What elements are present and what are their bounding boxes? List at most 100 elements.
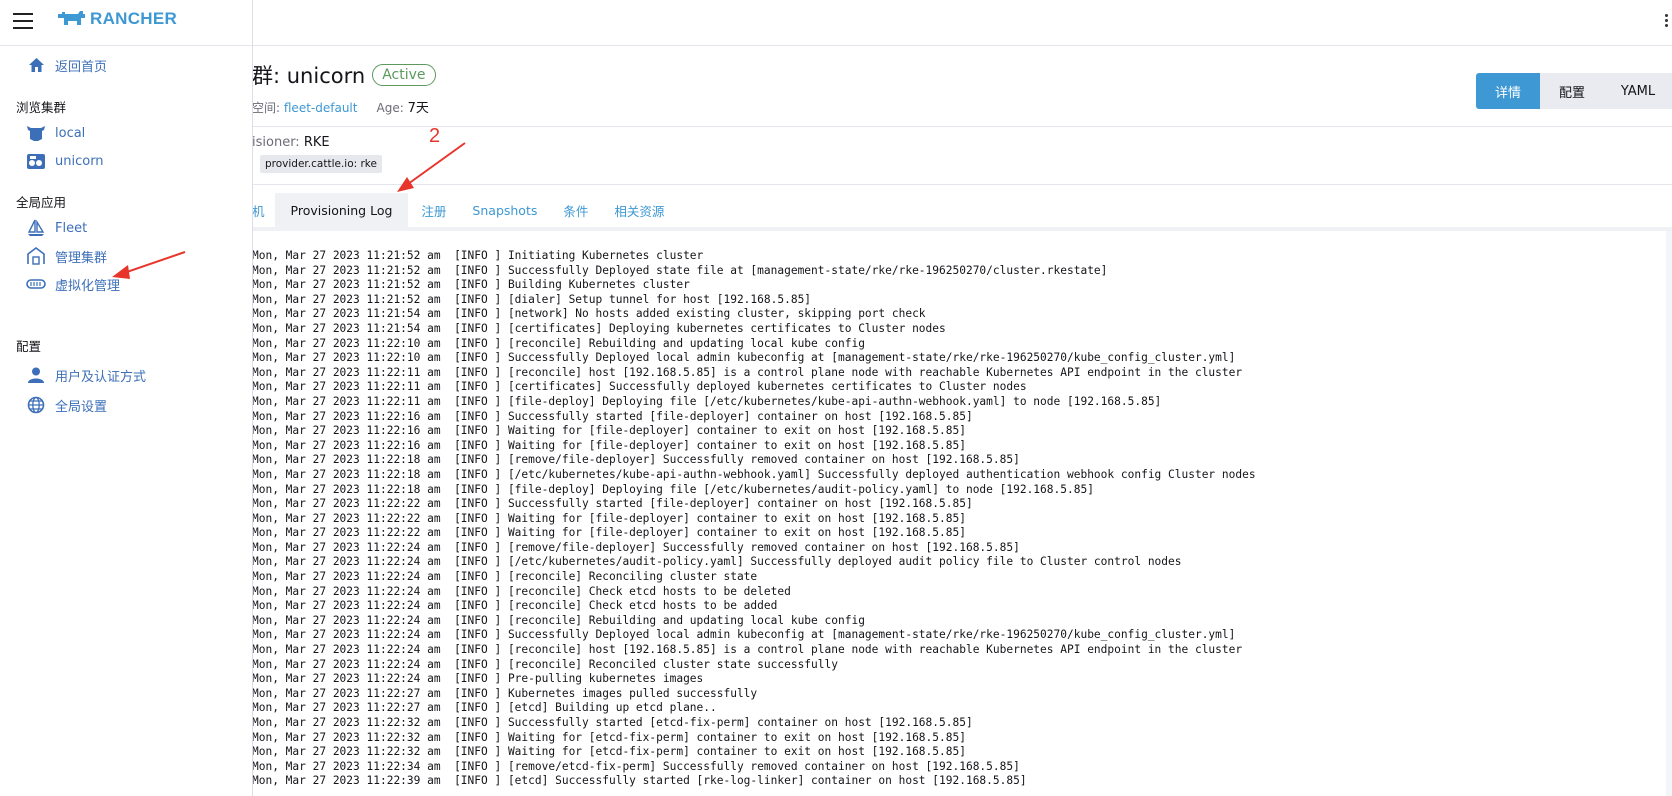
provisioner-label: isioner: <box>252 135 300 150</box>
log-line: Mon, Mar 27 2023 11:21:54 am [INFO ] [ce… <box>252 321 946 335</box>
log-line: Mon, Mar 27 2023 11:22:24 am [INFO ] [re… <box>252 570 758 584</box>
log-line: Mon, Mar 27 2023 11:21:52 am [INFO ] Suc… <box>252 263 1108 277</box>
tab-registration[interactable]: 注册 <box>408 193 459 227</box>
log-line: Mon, Mar 27 2023 11:22:11 am [INFO ] [re… <box>252 365 1243 379</box>
log-line: Mon, Mar 27 2023 11:22:11 am [INFO ] [ce… <box>252 380 1027 394</box>
hamburger-menu-icon[interactable] <box>13 13 33 29</box>
cluster-icon <box>26 151 46 171</box>
log-line: Mon, Mar 27 2023 11:21:54 am [INFO ] [ne… <box>252 307 926 321</box>
barn-icon <box>26 246 46 266</box>
detail-tabs: 机 Provisioning Log 注册 Snapshots 条件 相关资源 <box>252 193 677 227</box>
sidebar-item-label: 全局设置 <box>55 399 108 415</box>
provisioning-log-panel[interactable]: Mon, Mar 27 2023 11:21:52 am [INFO ] Ini… <box>252 231 1672 796</box>
sidebar-item-unicorn[interactable]: unicorn <box>26 149 104 173</box>
sidebar-item-label: unicorn <box>55 153 104 169</box>
log-line: Mon, Mar 27 2023 11:22:10 am [INFO ] [re… <box>252 336 865 350</box>
user-icon <box>26 365 46 385</box>
rancher-logo[interactable]: RANCHER <box>56 9 177 29</box>
namespace-link[interactable]: fleet-default <box>284 101 358 115</box>
rancher-cow-icon <box>58 11 85 25</box>
log-line: Mon, Mar 27 2023 11:22:11 am [INFO ] [fi… <box>252 394 1162 408</box>
view-switch: 详情 配置 YAML <box>1476 73 1672 109</box>
log-line: Mon, Mar 27 2023 11:22:39 am [INFO ] [et… <box>252 774 1027 788</box>
view-yaml-button[interactable]: YAML <box>1604 73 1672 109</box>
sidebar-item-label: 返回首页 <box>55 59 108 75</box>
log-line: Mon, Mar 27 2023 11:21:52 am [INFO ] Bui… <box>252 278 690 292</box>
divider <box>252 126 1672 127</box>
log-line: Mon, Mar 27 2023 11:22:32 am [INFO ] Suc… <box>252 716 973 729</box>
provisioner-row: isioner: RKE <box>252 135 330 150</box>
sidebar-item-label: 管理集群 <box>55 250 108 266</box>
log-list: Mon, Mar 27 2023 11:21:52 am [INFO ] Ini… <box>252 249 1256 789</box>
log-line: Mon, Mar 27 2023 11:22:24 am [INFO ] [/e… <box>252 555 1182 569</box>
view-config-button[interactable]: 配置 <box>1540 73 1604 109</box>
annotation-number-2: 2 <box>429 125 441 147</box>
tab-conditions[interactable]: 条件 <box>550 193 601 227</box>
sidebar: RANCHER 返回首页 浏览集群 local unicorn 全局应用 Fle… <box>0 0 253 796</box>
sidebar-item-fleet[interactable]: Fleet <box>26 216 87 240</box>
age-value: 7天 <box>407 101 429 116</box>
top-bar <box>252 0 1672 46</box>
page-header: 群: unicorn Active <box>252 60 436 90</box>
section-browse-clusters: 浏览集群 <box>16 100 67 115</box>
cow-icon <box>26 123 46 143</box>
sidebar-item-virtualization[interactable]: 虚拟化管理 <box>26 272 120 296</box>
globe-icon <box>26 395 46 415</box>
sidebar-item-label: 虚拟化管理 <box>55 278 121 294</box>
divider <box>252 184 1672 185</box>
log-line: Mon, Mar 27 2023 11:22:34 am [INFO ] [re… <box>252 759 1020 773</box>
log-scrollbar[interactable] <box>1666 231 1672 796</box>
log-line: Mon, Mar 27 2023 11:21:52 am [INFO ] Ini… <box>252 249 704 262</box>
tab-machines[interactable]: 机 <box>252 193 275 227</box>
view-detail-button[interactable]: 详情 <box>1476 73 1540 109</box>
log-line: Mon, Mar 27 2023 11:22:16 am [INFO ] Wai… <box>252 438 966 452</box>
log-line: Mon, Mar 27 2023 11:22:24 am [INFO ] [re… <box>252 540 1020 554</box>
log-line: Mon, Mar 27 2023 11:21:52 am [INFO ] [di… <box>252 292 812 306</box>
log-line: Mon, Mar 27 2023 11:22:27 am [INFO ] [et… <box>252 701 717 715</box>
sidebar-item-label: local <box>55 125 86 141</box>
provisioner-value: RKE <box>303 135 330 150</box>
log-line: Mon, Mar 27 2023 11:22:16 am [INFO ] Wai… <box>252 424 966 438</box>
virtualization-icon <box>26 274 46 294</box>
sidebar-item-label: 用户及认证方式 <box>55 369 147 385</box>
section-global-apps: 全局应用 <box>16 195 67 210</box>
sidebar-item-global-settings[interactable]: 全局设置 <box>26 393 107 417</box>
log-line: Mon, Mar 27 2023 11:22:24 am [INFO ] Suc… <box>252 628 1236 642</box>
log-line: Mon, Mar 27 2023 11:22:24 am [INFO ] [re… <box>252 584 791 598</box>
log-line: Mon, Mar 27 2023 11:22:16 am [INFO ] Suc… <box>252 409 973 423</box>
sailboat-icon <box>26 218 46 238</box>
log-line: Mon, Mar 27 2023 11:22:27 am [INFO ] Kub… <box>252 686 758 700</box>
section-configuration: 配置 <box>16 339 42 354</box>
log-line: Mon, Mar 27 2023 11:22:32 am [INFO ] Wai… <box>252 745 966 759</box>
page-title: 群: unicorn <box>252 64 366 88</box>
sidebar-item-label: Fleet <box>55 220 88 236</box>
log-line: Mon, Mar 27 2023 11:22:22 am [INFO ] Wai… <box>252 511 966 525</box>
log-line: Mon, Mar 27 2023 11:22:10 am [INFO ] Suc… <box>252 351 1236 365</box>
status-badge: Active <box>372 64 436 86</box>
more-options-icon[interactable] <box>1665 12 1668 29</box>
log-line: Mon, Mar 27 2023 11:22:18 am [INFO ] [fi… <box>252 482 1094 496</box>
sidebar-item-cluster-management[interactable]: 管理集群 <box>26 244 107 268</box>
log-line: Mon, Mar 27 2023 11:22:24 am [INFO ] [re… <box>252 599 778 613</box>
log-line: Mon, Mar 27 2023 11:22:24 am [INFO ] [re… <box>252 657 838 671</box>
sidebar-item-local[interactable]: local <box>26 121 85 145</box>
label-chip: provider.cattle.io: rke <box>260 155 382 173</box>
age-label: Age: <box>376 101 404 115</box>
tab-provisioning-log[interactable]: Provisioning Log <box>274 193 409 227</box>
namespace-label: 空间: <box>252 101 281 115</box>
sidebar-item-home[interactable]: 返回首页 <box>26 53 107 77</box>
logo-text: RANCHER <box>90 9 178 28</box>
log-line: Mon, Mar 27 2023 11:22:32 am [INFO ] Wai… <box>252 730 966 744</box>
tab-snapshots[interactable]: Snapshots <box>459 193 550 227</box>
tab-related-resources[interactable]: 相关资源 <box>601 193 677 227</box>
log-line: Mon, Mar 27 2023 11:22:22 am [INFO ] Wai… <box>252 526 966 540</box>
sidebar-divider <box>0 45 252 46</box>
log-line: Mon, Mar 27 2023 11:22:24 am [INFO ] Pre… <box>252 672 704 686</box>
log-line: Mon, Mar 27 2023 11:22:22 am [INFO ] Suc… <box>252 497 973 511</box>
log-line: Mon, Mar 27 2023 11:22:24 am [INFO ] [re… <box>252 643 1243 657</box>
home-icon <box>26 55 46 75</box>
log-line: Mon, Mar 27 2023 11:22:18 am [INFO ] [re… <box>252 453 1020 467</box>
log-line: Mon, Mar 27 2023 11:22:24 am [INFO ] [re… <box>252 613 865 627</box>
log-line: Mon, Mar 27 2023 11:22:18 am [INFO ] [/e… <box>252 467 1256 481</box>
sidebar-item-users-auth[interactable]: 用户及认证方式 <box>26 363 146 387</box>
